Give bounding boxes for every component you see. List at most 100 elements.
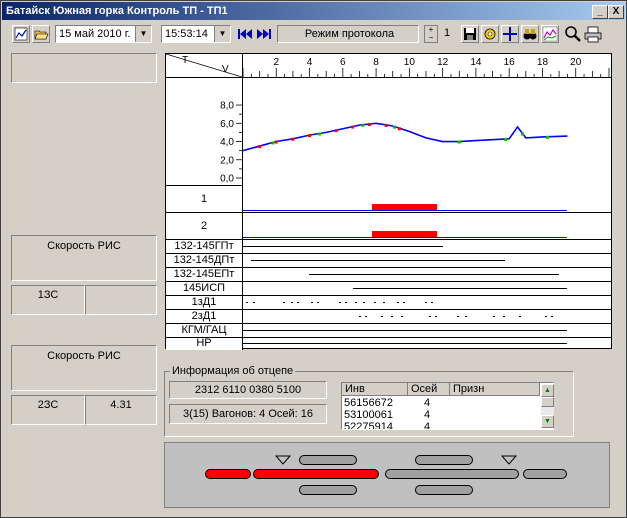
schematic-segment-free	[299, 485, 357, 495]
speed-marker	[274, 140, 278, 144]
close-button[interactable]: X	[608, 5, 624, 19]
cell-inv: 53100061	[344, 409, 393, 421]
save-icon[interactable]	[461, 25, 479, 43]
speed-marker	[520, 132, 524, 136]
speed-marker	[457, 140, 461, 144]
protocol-chart: T V 2 4 6 8 10 12 14 16 18 20 8,0 6,0 4,0 2,0 0,0 1 2…	[165, 53, 612, 350]
cell-axles: 4	[424, 421, 431, 429]
date-select[interactable]: 15 май 2010 г. ▼	[55, 25, 152, 43]
minimize-button[interactable]: _	[592, 5, 608, 19]
time-select[interactable]: 15:53:14 ▼	[161, 25, 231, 43]
schematic-segment-free	[415, 485, 473, 495]
speed-label-1: Скорость РИС	[47, 240, 121, 252]
x-axis-ruler: 2 4 6 8 10 12 14 16 18 20	[243, 57, 611, 78]
track-label-8: 2зД1	[166, 310, 243, 324]
speed-marker	[291, 137, 295, 141]
track-2	[243, 213, 611, 240]
mode-display: Режим протокола	[277, 25, 419, 43]
binoculars-icon[interactable]	[521, 25, 539, 43]
table-scrollbar[interactable]: ▲ ▼	[541, 384, 554, 428]
x-tick-label: 2	[273, 57, 279, 68]
scroll-thumb[interactable]	[541, 397, 554, 407]
graph-icon[interactable]	[541, 25, 559, 43]
mode-label: Режим протокола	[304, 28, 395, 40]
first-icon[interactable]	[236, 25, 254, 43]
track-label-2: 2	[166, 213, 243, 240]
y-axis-column: 8,0 6,0 4,0 2,0 0,0	[166, 78, 243, 186]
y-tick-label: 4,0	[220, 137, 234, 148]
track-1	[243, 186, 611, 213]
speed-marker	[392, 125, 396, 129]
speed-cell-1-left: 1ЗС	[11, 285, 85, 315]
x-tick-label: 16	[504, 57, 516, 68]
track-label-3: 132-145ГПт	[166, 240, 243, 254]
speed-marker	[318, 132, 322, 136]
cut-info-title: Информация об отцепе	[170, 365, 296, 377]
track-4	[243, 254, 611, 268]
speed-marker	[308, 134, 312, 138]
speed-panel-2: Скорость РИС	[11, 345, 157, 391]
cross-icon[interactable]	[501, 25, 519, 43]
last-icon[interactable]	[255, 25, 273, 43]
y-tick-label: 8,0	[220, 101, 234, 112]
track-line-1	[243, 210, 567, 211]
speed-marker	[397, 127, 401, 131]
schematic-segment-free	[415, 455, 473, 465]
track-label-5: 132-145ЕПт	[166, 268, 243, 282]
cell-axles: 4	[424, 397, 431, 409]
print-icon[interactable]	[584, 25, 602, 43]
y-axis: 8,0 6,0 4,0 2,0 0,0	[220, 101, 242, 185]
column-header-inv[interactable]: Инв	[342, 383, 408, 396]
x-tick-label: 20	[570, 57, 582, 68]
table-row[interactable]: 53100061	[344, 409, 393, 421]
column-header-axles[interactable]: Осей	[408, 383, 450, 396]
chevron-down-icon[interactable]: ▼	[214, 26, 230, 42]
open-folder-icon[interactable]	[32, 25, 50, 43]
track-label-10: НР	[166, 338, 243, 350]
track-label-9: КГМ/ГАЦ	[166, 324, 243, 338]
track-6	[243, 282, 611, 296]
x-tick-label: 8	[373, 57, 379, 68]
counter-value: 1	[444, 27, 451, 39]
schematic-segment-occupied	[205, 469, 251, 479]
column-header-sign[interactable]: Призн	[450, 383, 540, 396]
time-value: 15:53:14	[165, 28, 208, 40]
y-tick-label: 0,0	[220, 174, 234, 185]
date-value: 15 май 2010 г.	[59, 28, 131, 40]
speed-marker	[334, 129, 338, 133]
track-label-6: 145ИСП	[166, 282, 243, 296]
cell-inv: 52275914	[344, 421, 393, 429]
track-5	[243, 268, 611, 282]
switch-marker-icon	[501, 455, 517, 465]
settings-icon[interactable]	[481, 25, 499, 43]
wagon-table[interactable]: Инв Осей Призн 56156672 4 53100061 4 522…	[341, 382, 554, 430]
track-label-1: 1	[166, 186, 243, 213]
x-tick-label: 10	[404, 57, 416, 68]
track-9	[243, 324, 611, 338]
chevron-down-icon[interactable]: ▼	[135, 26, 151, 42]
speed-label-2: Скорость РИС	[47, 350, 121, 362]
scroll-up-icon[interactable]: ▲	[541, 384, 554, 397]
scroll-down-icon[interactable]: ▼	[541, 415, 554, 428]
corner-v: V	[222, 64, 229, 75]
track-label-4: 132-145ДПт	[166, 254, 243, 268]
x-tick-label: 18	[537, 57, 549, 68]
x-tick-label: 6	[340, 57, 346, 68]
track-3	[243, 240, 611, 254]
chart-icon[interactable]	[12, 25, 30, 43]
speed-marker	[258, 145, 262, 149]
table-row[interactable]: 56156672	[344, 397, 393, 409]
search-icon[interactable]	[564, 25, 582, 43]
track-schematic	[164, 442, 610, 508]
y-tick-label: 6,0	[220, 119, 234, 130]
counter-spinner[interactable]: + −	[424, 25, 438, 43]
speed-cell-1-right	[85, 285, 157, 315]
schematic-segment-free	[299, 455, 357, 465]
speed-marker	[367, 123, 371, 127]
schematic-segment-free	[523, 469, 567, 479]
corner-t: T	[182, 55, 189, 66]
track-label-7: 1зД1	[166, 296, 243, 310]
speed-marker	[271, 141, 275, 145]
schematic-segment-occupied	[253, 469, 379, 479]
table-row[interactable]: 52275914	[344, 421, 393, 429]
